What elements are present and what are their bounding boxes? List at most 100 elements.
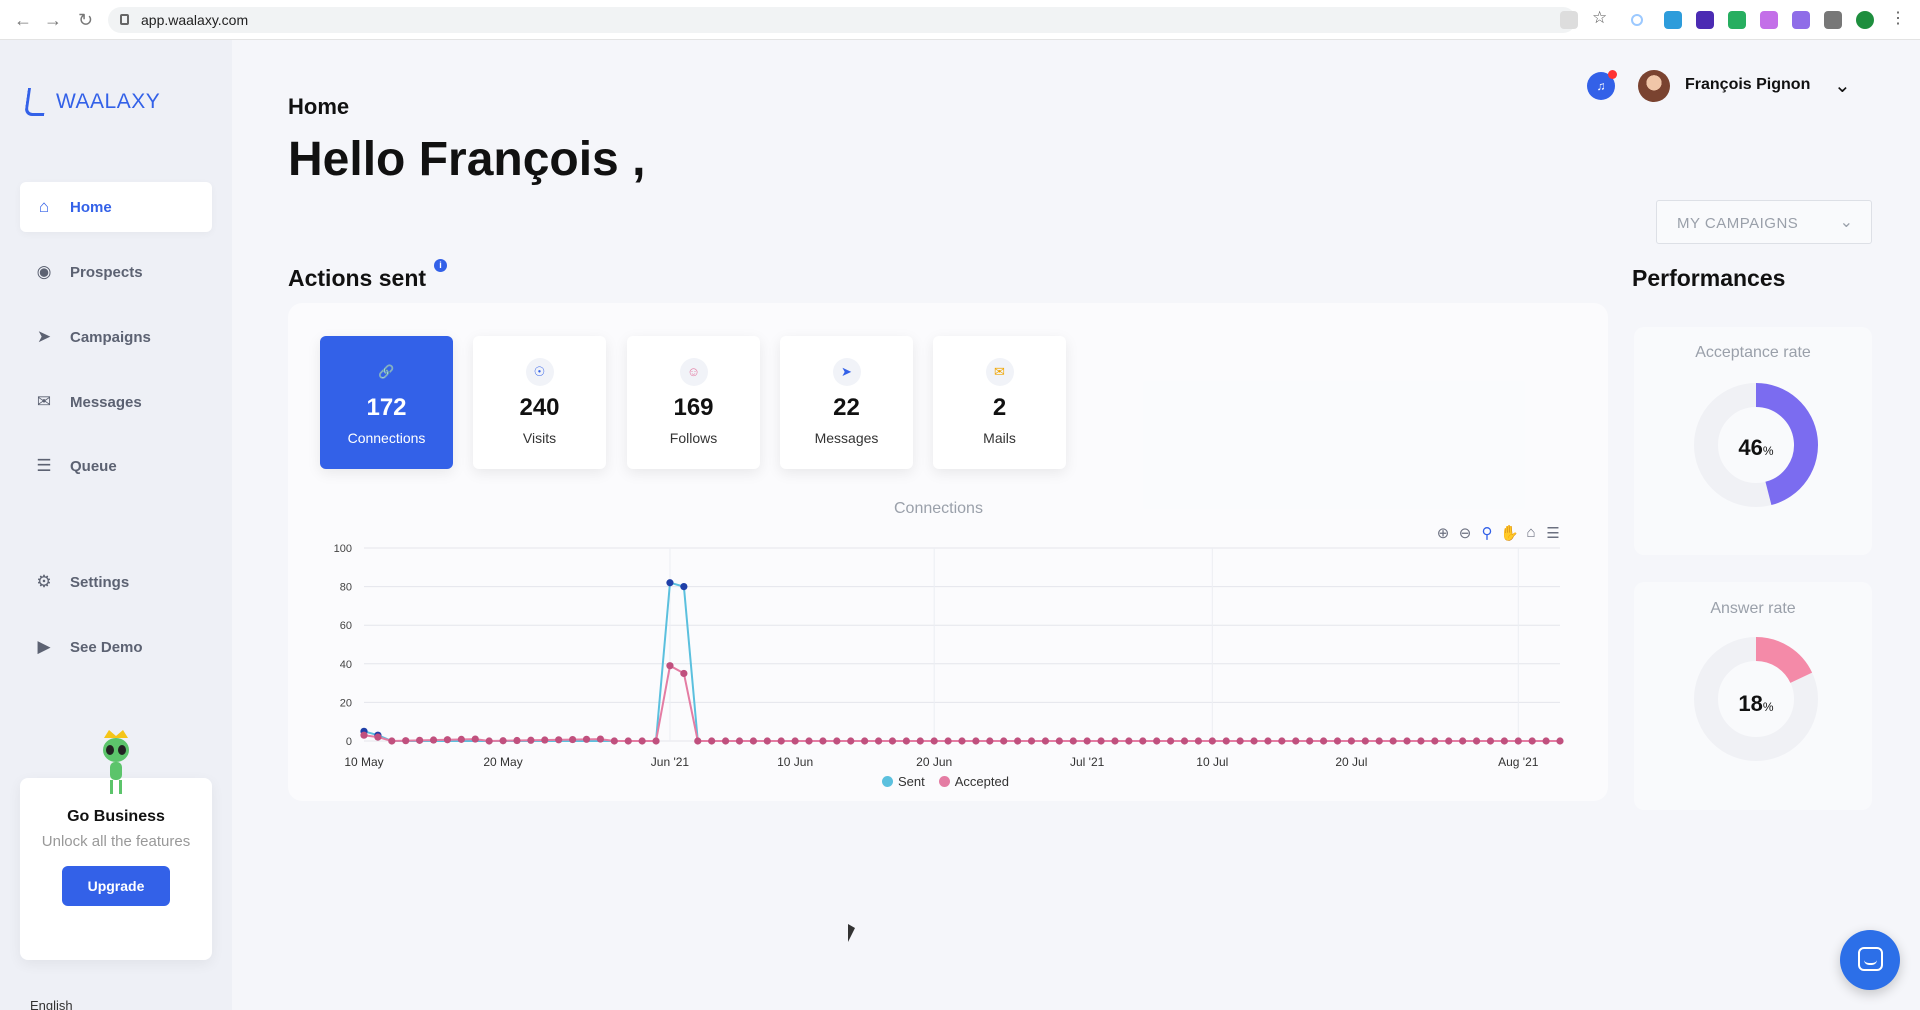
sidebar-item-messages[interactable]: ✉ Messages [20, 377, 212, 427]
x-tick-label: Aug '21 [1498, 755, 1539, 769]
browser-menu-icon[interactable]: ⋮ [1890, 8, 1908, 27]
address-bar[interactable]: app.waalaxy.com [108, 7, 1576, 33]
data-point-accepted [457, 735, 465, 743]
brand-logo[interactable]: WAALAXY [24, 88, 160, 116]
x-tick-label: 20 May [483, 755, 522, 769]
data-point-accepted [694, 737, 702, 745]
extension-circle-icon[interactable] [1631, 14, 1643, 26]
data-point-accepted [638, 737, 646, 745]
actions-sent-title: Actions sent [288, 265, 427, 291]
qr-icon[interactable] [1560, 11, 1578, 29]
data-point-accepted [1208, 737, 1216, 745]
sidebar-item-label: Campaigns [70, 328, 151, 346]
chevron-down-icon[interactable]: ⌄ [1834, 73, 1851, 98]
chat-launcher-button[interactable] [1840, 930, 1900, 990]
data-point-accepted [1445, 737, 1453, 745]
data-point-accepted [763, 737, 771, 745]
sidebar-item-settings[interactable]: ⚙ Settings [20, 557, 212, 607]
action-card-follows[interactable]: ☺ 169 Follows [627, 336, 760, 469]
sidebar-item-queue[interactable]: ☰ Queue [20, 441, 212, 491]
data-point-accepted [402, 737, 410, 745]
action-card-visits[interactable]: ☉ 240 Visits [473, 336, 606, 469]
reload-icon[interactable]: ↻ [78, 10, 93, 31]
series-line-sent [363, 581, 1560, 742]
data-point-accepted [1055, 737, 1063, 745]
action-card-messages[interactable]: ➤ 22 Messages [780, 336, 913, 469]
sidebar-item-campaigns[interactable]: ➤ Campaigns [20, 312, 212, 362]
info-icon[interactable]: i [434, 259, 447, 272]
acceptance-rate-unit: % [1762, 444, 1774, 458]
legend-swatch [938, 776, 950, 787]
profile-avatar-icon[interactable] [1856, 11, 1874, 29]
page-title: Home [288, 94, 350, 119]
language-selector[interactable]: English [30, 998, 73, 1010]
legend-item-accepted[interactable]: Accepted [938, 774, 1009, 789]
data-point-accepted [1111, 737, 1119, 745]
data-point-accepted [1139, 737, 1147, 745]
data-point-accepted [1041, 737, 1050, 745]
x-tick-label: Jun '21 [651, 755, 690, 769]
data-point-accepted [513, 736, 521, 745]
back-arrow-icon[interactable]: ← [14, 10, 32, 31]
x-tick-label: 20 Jul [1335, 755, 1367, 769]
data-point-accepted [527, 736, 535, 744]
play-icon: ▶ [37, 637, 51, 656]
upgrade-button[interactable]: Upgrade [62, 866, 170, 906]
extension-pin-icon[interactable] [1664, 11, 1682, 29]
action-card-label: Messages [814, 430, 879, 446]
data-point-accepted [471, 735, 479, 743]
mail-icon: ✉ [985, 358, 1014, 386]
legend-label: Sent [898, 774, 925, 789]
campaign-filter-select[interactable]: MY CAMPAIGNS ⌄ [1656, 200, 1872, 244]
data-point-accepted [1361, 737, 1369, 745]
data-point-accepted [374, 733, 382, 741]
sidebar-item-label: Home [70, 198, 112, 216]
queue-icon: ☰ [36, 456, 52, 475]
y-tick-label: 100 [334, 543, 352, 555]
extensions-puzzle-icon[interactable] [1824, 11, 1842, 29]
person-icon: ☺ [679, 358, 708, 386]
data-point-accepted [569, 735, 577, 744]
data-point-accepted [902, 737, 910, 745]
action-card-value: 172 [366, 394, 407, 421]
data-point-accepted [1514, 737, 1522, 745]
data-point-accepted [624, 737, 632, 745]
data-point-accepted [847, 737, 855, 745]
data-point-accepted [1125, 737, 1133, 745]
extension-purple-icon[interactable] [1792, 11, 1810, 29]
bookmark-star-icon[interactable]: ☆ [1592, 8, 1610, 27]
sidebar-item-label: Prospects [70, 263, 143, 281]
notification-bell-icon[interactable]: ♫ [1587, 70, 1617, 100]
home-icon: ⌂ [38, 197, 50, 216]
data-point-accepted [1153, 737, 1161, 745]
y-tick-label: 80 [340, 582, 352, 594]
data-point-accepted [1250, 737, 1258, 745]
action-card-value: 240 [519, 394, 560, 421]
extension-brand-icon[interactable] [1760, 11, 1778, 29]
sidebar-item-label: Queue [70, 457, 117, 475]
data-point-accepted [1417, 737, 1425, 745]
chat-bubble-icon [1858, 947, 1883, 971]
data-point-accepted [874, 737, 883, 745]
mouse-cursor-icon [848, 924, 855, 942]
action-card-connections[interactable]: 🔗 172 Connections [320, 336, 453, 469]
sidebar-item-home[interactable]: ⌂ Home [20, 182, 212, 232]
sidebar-item-see-demo[interactable]: ▶ See Demo [20, 622, 212, 672]
user-name[interactable]: François Pignon [1685, 76, 1810, 94]
data-point-accepted [1097, 737, 1105, 745]
y-tick-label: 60 [340, 620, 352, 632]
answer-rate-label: Answer rate [1710, 600, 1796, 617]
extension-star-icon[interactable] [1696, 11, 1714, 29]
data-point-accepted [429, 736, 438, 744]
action-card-mails[interactable]: ✉ 2 Mails [933, 336, 1066, 469]
answer-rate-unit: % [1762, 700, 1774, 714]
action-card-value: 22 [833, 394, 860, 421]
legend-item-sent[interactable]: Sent [882, 774, 925, 789]
avatar[interactable] [1638, 70, 1670, 102]
lock-icon [120, 14, 129, 25]
extension-grid-icon[interactable] [1728, 11, 1746, 29]
data-point-accepted [791, 737, 799, 745]
forward-arrow-icon[interactable]: → [44, 10, 62, 31]
x-tick-label: 10 Jul [1196, 755, 1228, 769]
sidebar-item-prospects[interactable]: ◉ Prospects [20, 247, 212, 297]
